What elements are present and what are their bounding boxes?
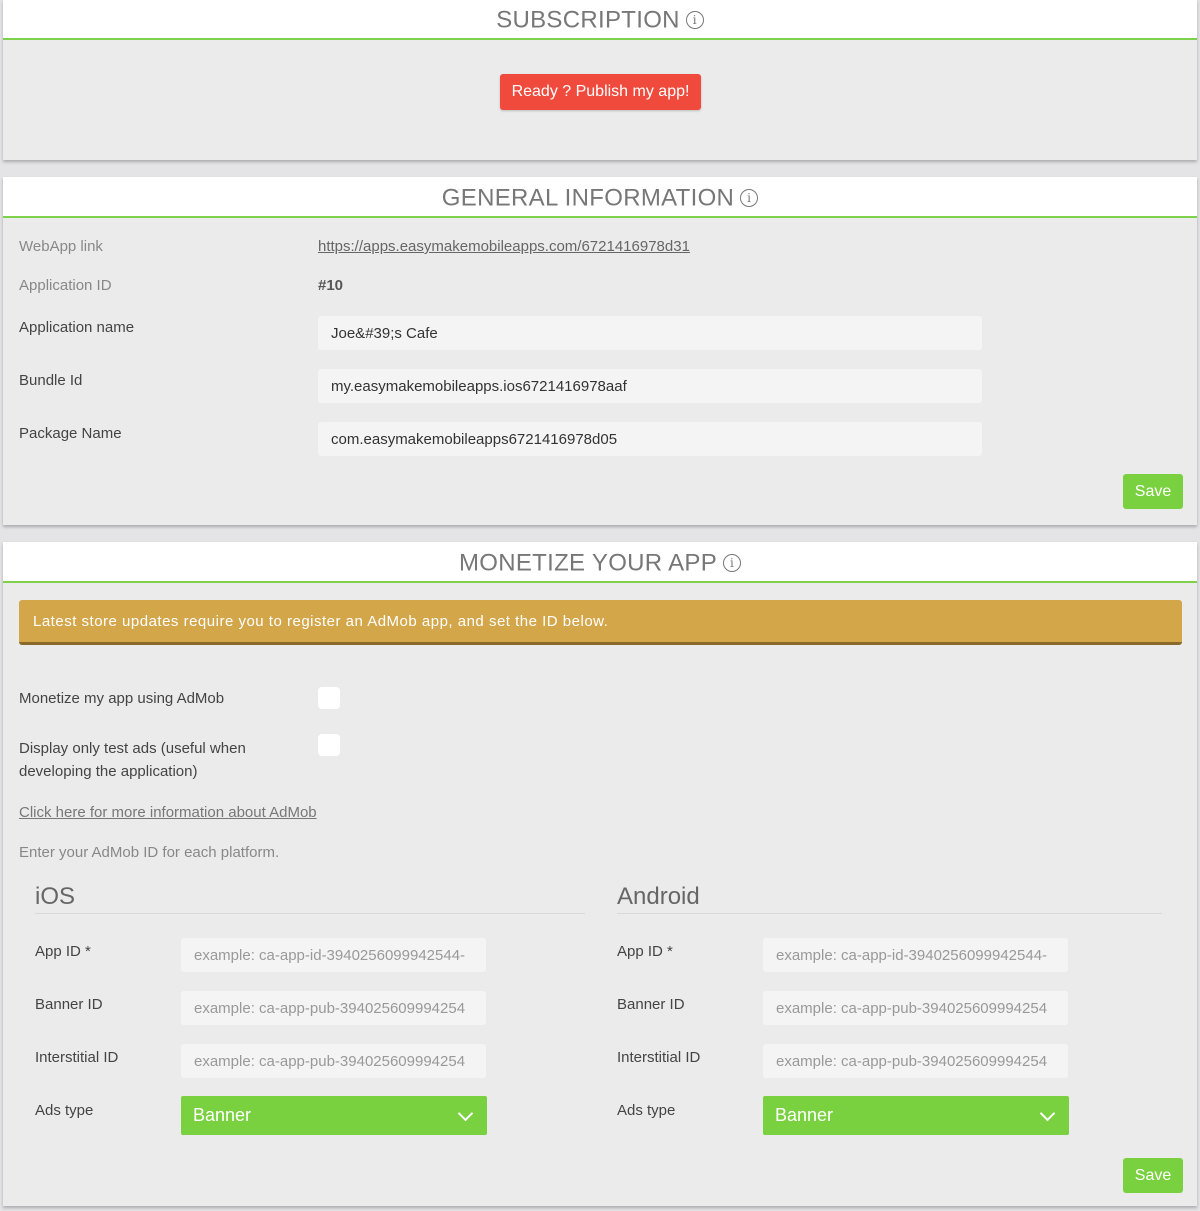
publish-app-button[interactable]: Ready ? Publish my app! bbox=[500, 74, 701, 110]
android-banner-id-input[interactable]: example: ca-app-pub-394025609994254 bbox=[763, 991, 1068, 1025]
test-ads-label-line2: developing the application) bbox=[19, 763, 198, 780]
info-icon[interactable]: i bbox=[685, 10, 704, 29]
android-app-id-input[interactable]: example: ca-app-id-3940256099942544- bbox=[763, 938, 1068, 972]
ios-banner-id-label: Banner ID bbox=[35, 996, 103, 1013]
android-banner-id-label: Banner ID bbox=[617, 996, 685, 1013]
subscription-header: SUBSCRIPTION i bbox=[3, 0, 1197, 40]
monetize-save-button[interactable]: Save bbox=[1123, 1158, 1183, 1193]
ios-interstitial-id-input[interactable]: example: ca-app-pub-394025609994254 bbox=[181, 1044, 486, 1078]
package-name-input[interactable]: com.easymakemobileapps6721416978d05 bbox=[318, 422, 982, 456]
test-ads-label: Display only test ads (useful when devel… bbox=[19, 737, 246, 783]
general-information-header: GENERAL INFORMATION i bbox=[3, 177, 1197, 218]
android-ads-type-select[interactable]: Banner bbox=[763, 1096, 1069, 1135]
android-ads-type-label: Ads type bbox=[617, 1102, 676, 1119]
monetize-panel: MONETIZE YOUR APP i Latest store updates … bbox=[3, 542, 1197, 1206]
admob-alert-banner: Latest store updates require you to regi… bbox=[19, 600, 1182, 645]
ios-interstitial-id-label: Interstitial ID bbox=[35, 1049, 119, 1066]
bundle-id-label: Bundle Id bbox=[19, 372, 83, 389]
package-name-label: Package Name bbox=[19, 425, 122, 442]
android-interstitial-id-input[interactable]: example: ca-app-pub-394025609994254 bbox=[763, 1044, 1068, 1078]
android-interstitial-id-label: Interstitial ID bbox=[617, 1049, 701, 1066]
ios-divider bbox=[35, 913, 585, 914]
application-id-label: Application ID bbox=[19, 277, 112, 294]
ios-ads-type-select[interactable]: Banner bbox=[181, 1096, 487, 1135]
application-name-input[interactable]: Joe&#39;s Cafe bbox=[318, 316, 982, 350]
android-section-title: Android bbox=[617, 883, 700, 910]
ios-banner-id-input[interactable]: example: ca-app-pub-394025609994254 bbox=[181, 991, 486, 1025]
chevron-down-icon bbox=[1039, 1105, 1056, 1122]
bundle-id-input[interactable]: my.easymakemobileapps.ios6721416978aaf bbox=[318, 369, 982, 403]
application-id-value: #10 bbox=[318, 277, 344, 294]
ios-app-id-input[interactable]: example: ca-app-id-3940256099942544- bbox=[181, 938, 486, 972]
test-ads-label-line1: Display only test ads (useful when bbox=[19, 740, 246, 757]
android-ads-type-value: Banner bbox=[775, 1105, 834, 1125]
subscription-panel: SUBSCRIPTION i Ready ? Publish my app! bbox=[3, 0, 1197, 160]
ios-section-title: iOS bbox=[35, 883, 76, 910]
general-save-button[interactable]: Save bbox=[1123, 474, 1183, 509]
ios-ads-type-value: Banner bbox=[193, 1105, 252, 1125]
application-name-label: Application name bbox=[19, 319, 135, 336]
chevron-down-icon bbox=[457, 1105, 474, 1122]
info-icon[interactable]: i bbox=[740, 188, 759, 207]
admob-info-link[interactable]: Click here for more information about Ad… bbox=[19, 804, 317, 821]
ios-app-id-label: App ID * bbox=[35, 943, 91, 960]
general-information-title: GENERAL INFORMATION bbox=[441, 184, 735, 212]
android-divider bbox=[617, 913, 1162, 914]
monetize-admob-checkbox[interactable] bbox=[318, 687, 340, 709]
monetize-title: MONETIZE YOUR APP bbox=[458, 549, 718, 577]
test-ads-checkbox[interactable] bbox=[318, 734, 340, 756]
monetize-header: MONETIZE YOUR APP i bbox=[3, 542, 1197, 583]
monetize-admob-label: Monetize my app using AdMob bbox=[19, 690, 225, 707]
info-icon[interactable]: i bbox=[723, 553, 742, 572]
android-app-id-label: App ID * bbox=[617, 943, 673, 960]
general-information-panel: GENERAL INFORMATION i WebApp link https:/… bbox=[3, 177, 1197, 525]
ios-ads-type-label: Ads type bbox=[35, 1102, 94, 1119]
webapp-link-label: WebApp link bbox=[19, 238, 103, 255]
subscription-title: SUBSCRIPTION bbox=[496, 6, 680, 34]
admob-instruction-text: Enter your AdMob ID for each platform. bbox=[19, 844, 280, 861]
webapp-link[interactable]: https://apps.easymakemobileapps.com/6721… bbox=[318, 238, 690, 255]
